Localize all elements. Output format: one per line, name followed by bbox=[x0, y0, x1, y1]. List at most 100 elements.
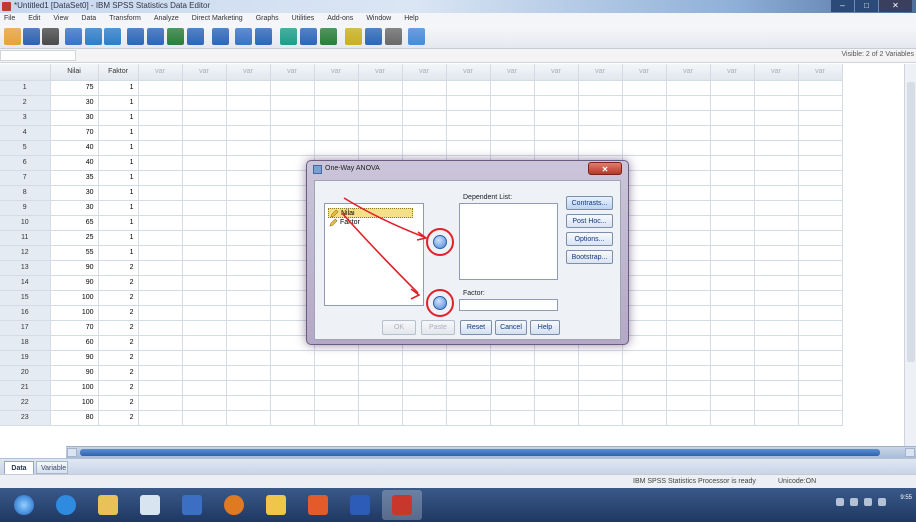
post-hoc-button[interactable]: Post Hoc... bbox=[566, 214, 613, 228]
cell-empty[interactable] bbox=[226, 320, 271, 336]
column-header-var[interactable]: var bbox=[754, 64, 799, 81]
cell-empty[interactable] bbox=[666, 395, 711, 411]
cell-empty[interactable] bbox=[358, 380, 403, 396]
cell-empty[interactable] bbox=[314, 125, 359, 141]
cell-empty[interactable] bbox=[358, 125, 403, 141]
cell-empty[interactable] bbox=[446, 410, 491, 426]
cell-nilai[interactable]: 100 bbox=[50, 305, 99, 321]
variables-icon[interactable] bbox=[167, 28, 184, 45]
cell-faktor[interactable]: 1 bbox=[98, 230, 139, 246]
menu-edit[interactable]: Edit bbox=[28, 13, 40, 25]
cell-empty[interactable] bbox=[534, 125, 579, 141]
cell-nilai[interactable]: 80 bbox=[50, 410, 99, 426]
menu-window[interactable]: Window bbox=[366, 13, 391, 25]
cell-empty[interactable] bbox=[226, 350, 271, 366]
cell-empty[interactable] bbox=[666, 80, 711, 96]
find-icon[interactable] bbox=[212, 28, 229, 45]
cell-empty[interactable] bbox=[226, 275, 271, 291]
cell-empty[interactable] bbox=[490, 350, 535, 366]
cell-empty[interactable] bbox=[754, 380, 799, 396]
row-number[interactable]: 12 bbox=[0, 245, 51, 261]
cell-empty[interactable] bbox=[138, 290, 183, 306]
column-header-var[interactable]: var bbox=[314, 64, 359, 81]
cell-nilai[interactable]: 70 bbox=[50, 125, 99, 141]
cell-faktor[interactable]: 1 bbox=[98, 125, 139, 141]
cell-empty[interactable] bbox=[402, 95, 447, 111]
cell-empty[interactable] bbox=[798, 200, 843, 216]
cell-empty[interactable] bbox=[270, 350, 315, 366]
explorer-folder-icon[interactable] bbox=[88, 490, 128, 520]
cell-empty[interactable] bbox=[798, 245, 843, 261]
column-header-var[interactable]: var bbox=[402, 64, 447, 81]
cell-empty[interactable] bbox=[270, 140, 315, 156]
cell-empty[interactable] bbox=[798, 140, 843, 156]
cell-empty[interactable] bbox=[182, 125, 227, 141]
column-header-var[interactable]: var bbox=[578, 64, 623, 81]
cell-empty[interactable] bbox=[710, 380, 755, 396]
cell-empty[interactable] bbox=[754, 170, 799, 186]
cell-empty[interactable] bbox=[754, 260, 799, 276]
cell-empty[interactable] bbox=[138, 125, 183, 141]
cell-empty[interactable] bbox=[226, 155, 271, 171]
cell-empty[interactable] bbox=[666, 380, 711, 396]
show-all-icon[interactable] bbox=[385, 28, 402, 45]
cell-empty[interactable] bbox=[754, 365, 799, 381]
menu-direct-marketing[interactable]: Direct Marketing bbox=[192, 13, 243, 25]
cell-nilai[interactable]: 70 bbox=[50, 320, 99, 336]
cell-empty[interactable] bbox=[182, 380, 227, 396]
cell-empty[interactable] bbox=[270, 95, 315, 111]
cell-nilai[interactable]: 90 bbox=[50, 365, 99, 381]
cell-empty[interactable] bbox=[798, 410, 843, 426]
print-icon[interactable] bbox=[42, 28, 59, 45]
cell-empty[interactable] bbox=[710, 140, 755, 156]
cell-empty[interactable] bbox=[754, 275, 799, 291]
cell-empty[interactable] bbox=[754, 155, 799, 171]
cell-empty[interactable] bbox=[402, 110, 447, 126]
cell-empty[interactable] bbox=[358, 410, 403, 426]
cell-faktor[interactable]: 2 bbox=[98, 410, 139, 426]
cell-empty[interactable] bbox=[182, 305, 227, 321]
cell-empty[interactable] bbox=[138, 365, 183, 381]
tray-flag-icon[interactable] bbox=[836, 498, 844, 506]
cell-empty[interactable] bbox=[182, 245, 227, 261]
cell-empty[interactable] bbox=[138, 305, 183, 321]
cell-faktor[interactable]: 1 bbox=[98, 215, 139, 231]
cell-faktor[interactable]: 2 bbox=[98, 380, 139, 396]
cell-empty[interactable] bbox=[138, 350, 183, 366]
row-number[interactable]: 10 bbox=[0, 215, 51, 231]
options-button[interactable]: Options... bbox=[566, 232, 613, 246]
cell-empty[interactable] bbox=[578, 125, 623, 141]
cell-empty[interactable] bbox=[710, 335, 755, 351]
cell-empty[interactable] bbox=[578, 95, 623, 111]
cell-empty[interactable] bbox=[534, 80, 579, 96]
cell-empty[interactable] bbox=[578, 140, 623, 156]
cell-faktor[interactable]: 1 bbox=[98, 110, 139, 126]
cell-faktor[interactable]: 2 bbox=[98, 365, 139, 381]
cell-empty[interactable] bbox=[622, 110, 667, 126]
split-file-icon[interactable] bbox=[280, 28, 297, 45]
row-number[interactable]: 19 bbox=[0, 350, 51, 366]
cell-empty[interactable] bbox=[710, 395, 755, 411]
cell-nilai[interactable]: 30 bbox=[50, 185, 99, 201]
cell-empty[interactable] bbox=[446, 380, 491, 396]
cell-nilai[interactable]: 35 bbox=[50, 170, 99, 186]
cell-empty[interactable] bbox=[622, 365, 667, 381]
cell-empty[interactable] bbox=[798, 350, 843, 366]
column-header-var[interactable]: var bbox=[798, 64, 843, 81]
cell-empty[interactable] bbox=[710, 260, 755, 276]
cell-empty[interactable] bbox=[490, 395, 535, 411]
row-number[interactable]: 21 bbox=[0, 380, 51, 396]
cell-empty[interactable] bbox=[182, 170, 227, 186]
column-header-var[interactable]: var bbox=[710, 64, 755, 81]
cell-empty[interactable] bbox=[754, 80, 799, 96]
cell-empty[interactable] bbox=[138, 200, 183, 216]
cell-empty[interactable] bbox=[358, 395, 403, 411]
save-icon[interactable] bbox=[23, 28, 40, 45]
cell-empty[interactable] bbox=[534, 110, 579, 126]
cell-empty[interactable] bbox=[226, 95, 271, 111]
cell-empty[interactable] bbox=[622, 410, 667, 426]
row-number[interactable]: 4 bbox=[0, 125, 51, 141]
cell-empty[interactable] bbox=[798, 305, 843, 321]
cell-empty[interactable] bbox=[666, 110, 711, 126]
cell-empty[interactable] bbox=[490, 110, 535, 126]
